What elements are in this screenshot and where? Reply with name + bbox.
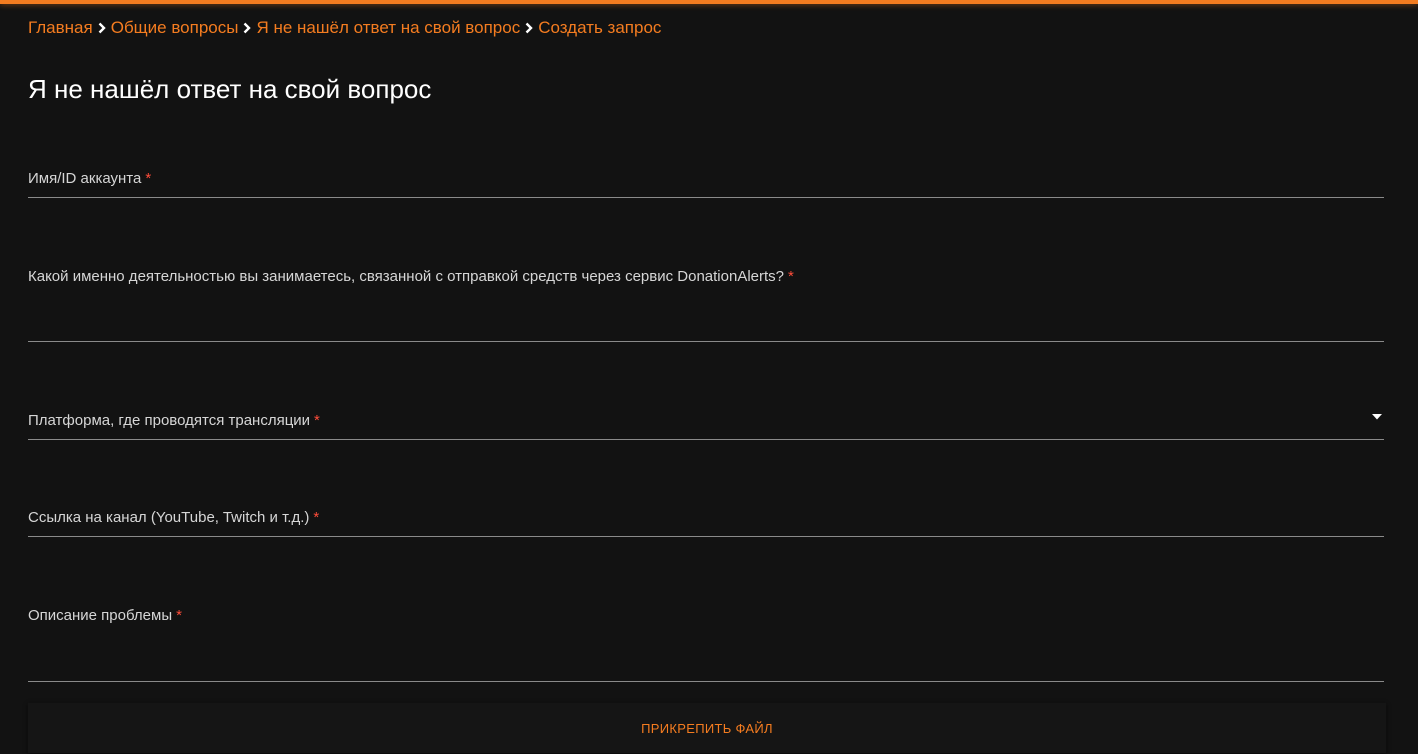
- channel-link-field[interactable]: Ссылка на канал (YouTube, Twitch и т.д.)…: [28, 497, 1384, 537]
- problem-description-label-text: Описание проблемы: [28, 607, 173, 624]
- required-asterisk: *: [176, 607, 182, 624]
- activity-label-text: Какой именно деятельностью вы занимаетес…: [28, 268, 785, 285]
- chevron-right-icon: [238, 17, 256, 39]
- problem-description-textarea[interactable]: [28, 657, 1384, 681]
- breadcrumb: Главная Общие вопросы Я не нашёл ответ на …: [28, 17, 661, 39]
- page-title: Я не нашёл ответ на свой вопрос: [28, 74, 432, 104]
- breadcrumb-item-no-answer[interactable]: Я не нашёл ответ на свой вопрос: [256, 18, 520, 37]
- top-accent-bar: [0, 0, 1418, 4]
- activity-textarea[interactable]: [28, 317, 1384, 341]
- caret-down-icon[interactable]: [1372, 414, 1382, 420]
- chevron-right-icon: [93, 17, 111, 39]
- channel-link-input[interactable]: [28, 512, 1384, 536]
- problem-description-field[interactable]: Описание проблемы *: [28, 596, 1384, 682]
- breadcrumb-item-general-questions[interactable]: Общие вопросы: [111, 18, 239, 37]
- page: Главная Общие вопросы Я не нашёл ответ на …: [0, 0, 1418, 754]
- platform-label: Платформа, где проводятся трансляции *: [28, 412, 320, 430]
- chevron-right-icon: [520, 17, 538, 39]
- account-id-input[interactable]: [28, 173, 1384, 197]
- breadcrumb-item-create-request[interactable]: Создать запрос: [538, 18, 661, 37]
- required-asterisk: *: [788, 268, 794, 285]
- platform-select[interactable]: Платформа, где проводятся трансляции *: [28, 400, 1384, 440]
- activity-field[interactable]: Какой именно деятельностью вы занимаетес…: [28, 258, 1384, 342]
- account-id-field[interactable]: Имя/ID аккаунта *: [28, 160, 1384, 198]
- problem-description-label: Описание проблемы *: [28, 607, 182, 625]
- attach-file-button[interactable]: ПРИКРЕПИТЬ ФАЙЛ: [28, 703, 1386, 753]
- platform-label-text: Платформа, где проводятся трансляции: [28, 412, 311, 429]
- required-asterisk: *: [314, 412, 320, 429]
- activity-label: Какой именно деятельностью вы занимаетес…: [28, 268, 794, 286]
- breadcrumb-item-home[interactable]: Главная: [28, 18, 93, 37]
